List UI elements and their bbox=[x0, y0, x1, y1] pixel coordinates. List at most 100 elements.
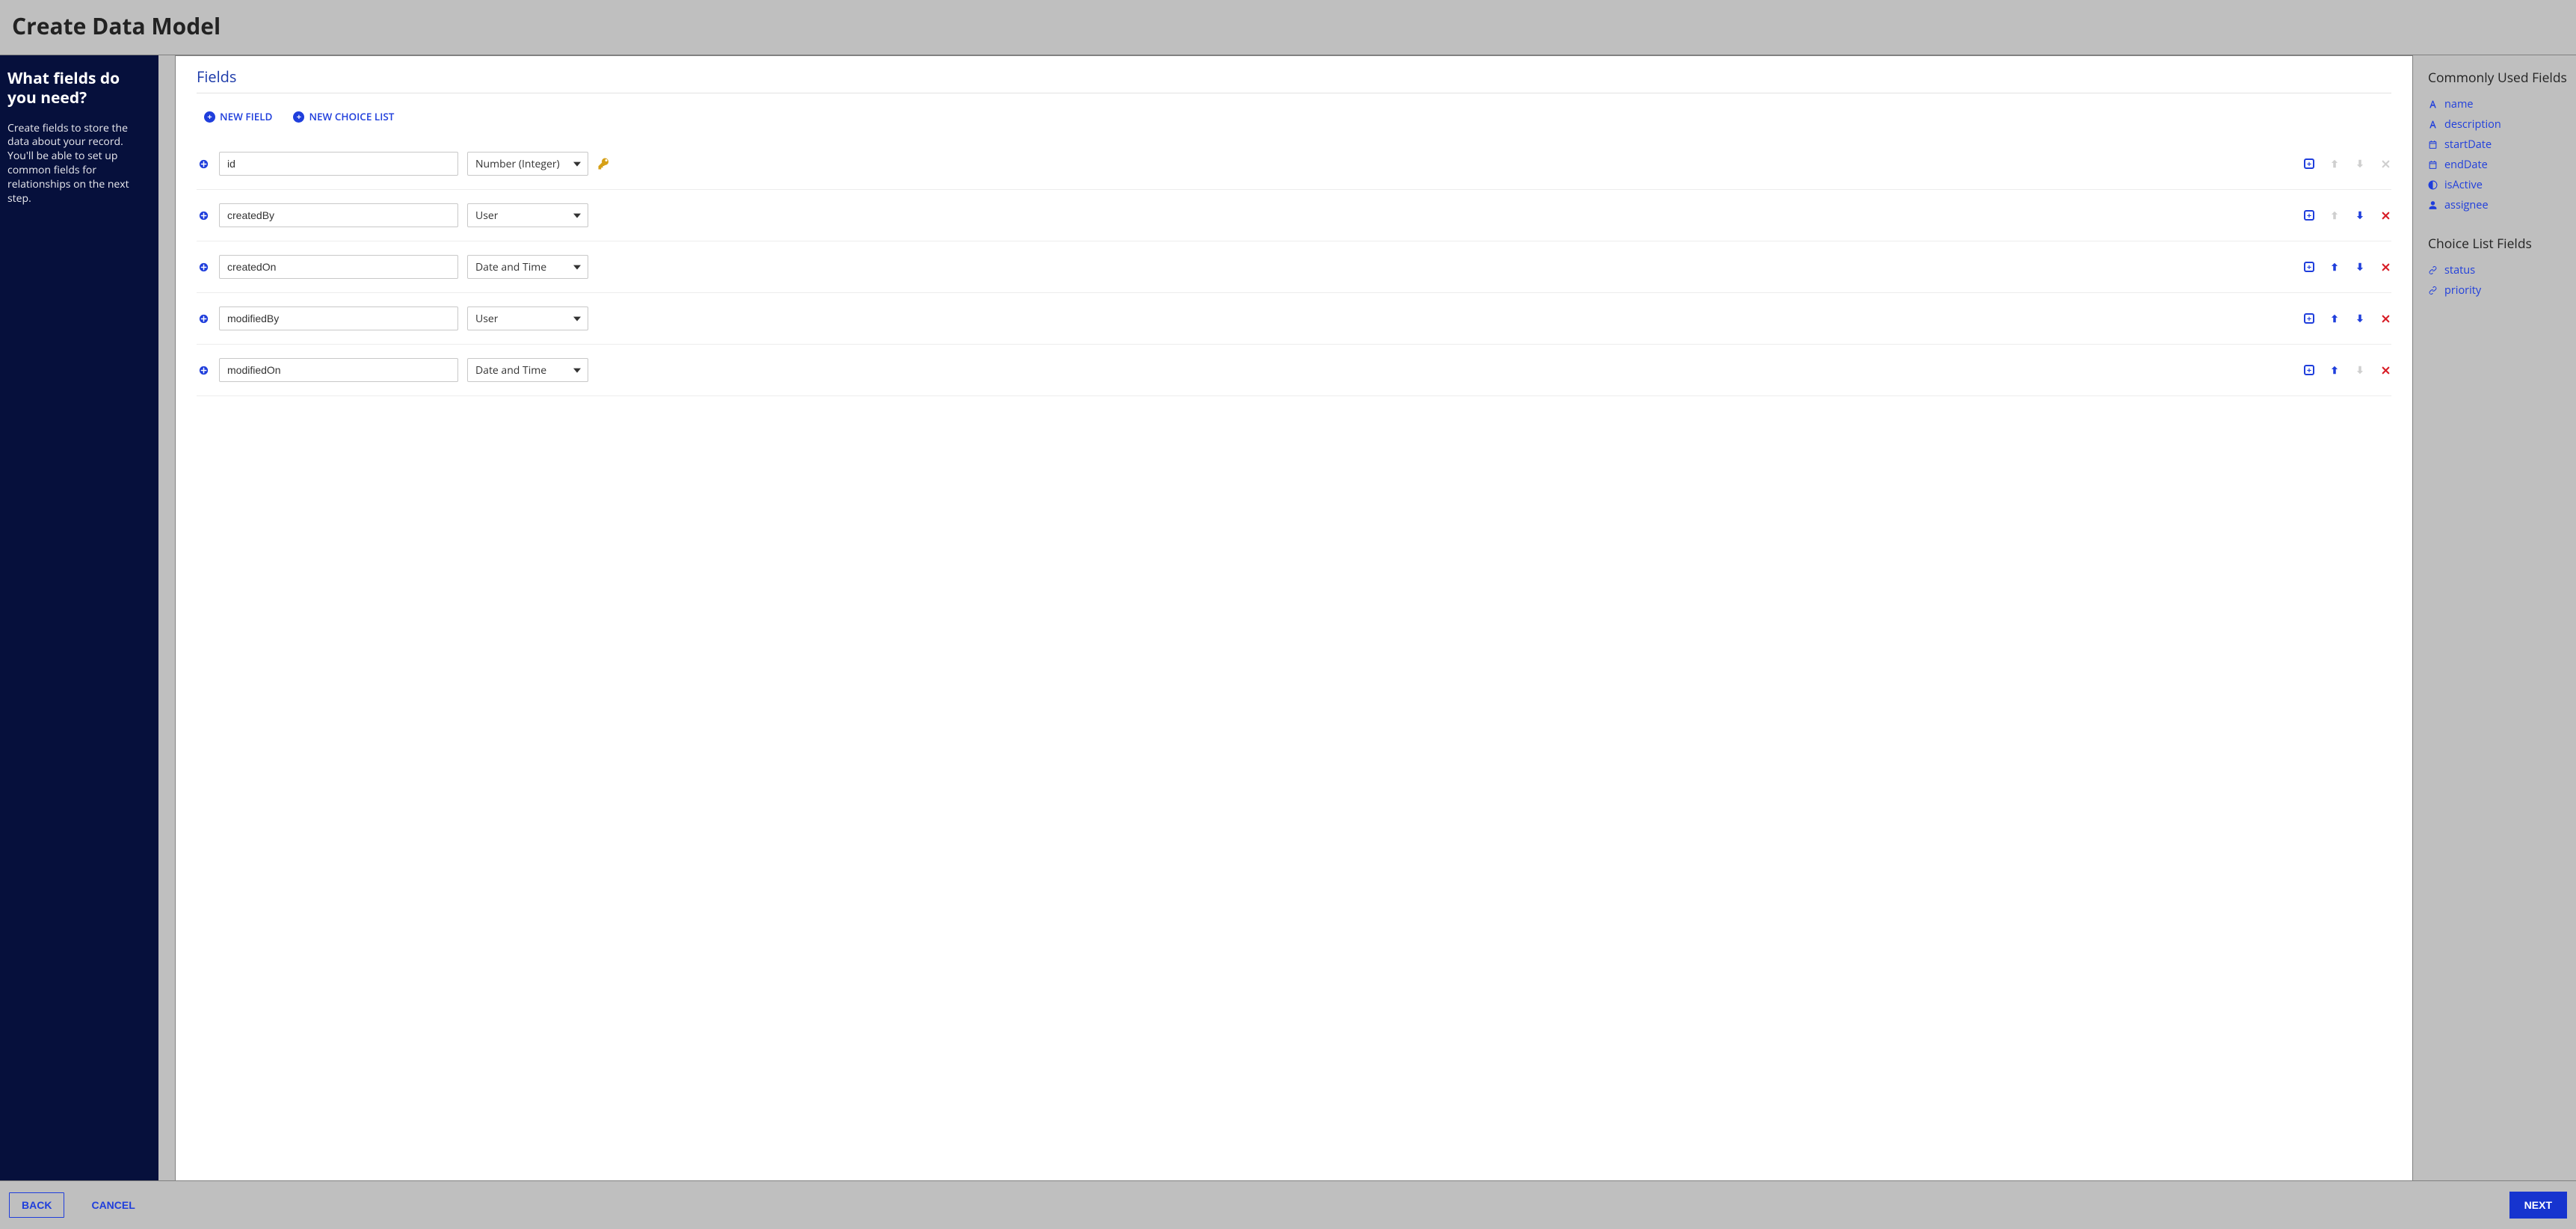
suggested-field-label: isActive bbox=[2444, 178, 2483, 192]
drag-handle-icon[interactable] bbox=[197, 262, 210, 273]
move-up-icon bbox=[2329, 209, 2341, 221]
drag-handle-icon[interactable] bbox=[197, 313, 210, 324]
move-up-icon[interactable] bbox=[2329, 312, 2341, 324]
field-type-select[interactable]: Date and Time bbox=[467, 255, 588, 279]
field-name-input[interactable] bbox=[219, 255, 458, 279]
key-icon bbox=[597, 157, 614, 170]
field-name-input[interactable] bbox=[219, 203, 458, 227]
drag-handle-icon[interactable] bbox=[197, 158, 210, 170]
common-fields-heading: Commonly Used Fields bbox=[2428, 69, 2567, 87]
field-row: Date and Time + bbox=[197, 241, 2391, 293]
move-down-icon[interactable] bbox=[2354, 261, 2366, 273]
field-name-input[interactable] bbox=[219, 307, 458, 330]
add-below-icon[interactable]: + bbox=[2303, 158, 2315, 170]
plus-circle-icon: + bbox=[204, 111, 215, 123]
add-below-icon[interactable]: + bbox=[2303, 261, 2315, 273]
choice-fields-heading: Choice List Fields bbox=[2428, 235, 2567, 253]
suggested-field-label: endDate bbox=[2444, 158, 2488, 172]
footer: BACK CANCEL NEXT bbox=[0, 1181, 2576, 1229]
remove-icon[interactable] bbox=[2379, 312, 2391, 324]
field-row: User + bbox=[197, 293, 2391, 345]
move-down-icon[interactable] bbox=[2354, 312, 2366, 324]
right-sidebar: Commonly Used Fields name description star… bbox=[2426, 55, 2576, 1180]
field-row: Date and Time + bbox=[197, 345, 2391, 396]
next-button[interactable]: NEXT bbox=[2509, 1192, 2567, 1219]
suggested-field-item[interactable]: isActive bbox=[2428, 175, 2567, 195]
plus-circle-icon: + bbox=[293, 111, 304, 123]
suggested-field-item[interactable]: startDate bbox=[2428, 135, 2567, 155]
suggested-field-item[interactable]: name bbox=[2428, 94, 2567, 114]
suggested-field-item[interactable]: assignee bbox=[2428, 195, 2567, 215]
row-actions: + bbox=[2303, 209, 2391, 221]
move-down-icon[interactable] bbox=[2354, 209, 2366, 221]
cancel-button[interactable]: CANCEL bbox=[79, 1193, 147, 1217]
add-below-icon[interactable]: + bbox=[2303, 209, 2315, 221]
field-type-select[interactable]: Number (Integer) bbox=[467, 152, 588, 176]
suggested-field-label: status bbox=[2444, 263, 2475, 277]
row-actions: + bbox=[2303, 312, 2391, 324]
calendar-icon bbox=[2428, 140, 2438, 150]
suggested-field-item[interactable]: endDate bbox=[2428, 155, 2567, 175]
add-below-icon[interactable]: + bbox=[2303, 364, 2315, 376]
field-type-label: Date and Time bbox=[475, 260, 546, 274]
field-list: Number (Integer)+User+Date and Time+User… bbox=[197, 138, 2391, 396]
field-row: Number (Integer) + bbox=[197, 138, 2391, 190]
font-icon bbox=[2428, 99, 2438, 109]
remove-icon[interactable] bbox=[2379, 261, 2391, 273]
choice-fields-list: status priority bbox=[2428, 260, 2567, 301]
drag-handle-icon[interactable] bbox=[197, 365, 210, 376]
field-type-label: Date and Time bbox=[475, 363, 546, 378]
move-down-icon bbox=[2354, 158, 2366, 170]
field-type-label: User bbox=[475, 312, 498, 326]
remove-icon[interactable] bbox=[2379, 209, 2391, 221]
link-icon bbox=[2428, 286, 2438, 295]
section-title: Fields bbox=[197, 67, 2391, 87]
add-below-icon[interactable]: + bbox=[2303, 312, 2315, 324]
calendar-icon bbox=[2428, 160, 2438, 170]
gutter bbox=[158, 55, 175, 1180]
field-type-select[interactable]: Date and Time bbox=[467, 358, 588, 382]
halfpie-icon bbox=[2428, 180, 2438, 190]
font-icon bbox=[2428, 120, 2438, 129]
field-name-input[interactable] bbox=[219, 152, 458, 176]
move-up-icon bbox=[2329, 158, 2341, 170]
back-button[interactable]: BACK bbox=[9, 1192, 64, 1218]
move-up-icon[interactable] bbox=[2329, 261, 2341, 273]
field-type-label: Number (Integer) bbox=[475, 157, 560, 171]
remove-icon[interactable] bbox=[2379, 364, 2391, 376]
field-type-select[interactable]: User bbox=[467, 203, 588, 227]
fields-panel: Fields + NEW FIELD + NEW CHOICE LIST Num… bbox=[175, 55, 2413, 1180]
remove-icon bbox=[2379, 158, 2391, 170]
field-type-select[interactable]: User bbox=[467, 307, 588, 330]
row-actions: + bbox=[2303, 364, 2391, 376]
field-row: User + bbox=[197, 190, 2391, 241]
sidebar-description: Create fields to store the data about yo… bbox=[7, 122, 151, 206]
row-actions: + bbox=[2303, 261, 2391, 273]
page-title: Create Data Model bbox=[12, 10, 2564, 41]
move-down-icon bbox=[2354, 364, 2366, 376]
suggested-field-label: description bbox=[2444, 117, 2501, 132]
link-icon bbox=[2428, 265, 2438, 275]
panel-toolbar: + NEW FIELD + NEW CHOICE LIST bbox=[197, 110, 2391, 138]
new-choice-list-button[interactable]: + NEW CHOICE LIST bbox=[293, 110, 394, 123]
suggested-field-label: name bbox=[2444, 97, 2474, 111]
new-field-label: NEW FIELD bbox=[220, 110, 272, 123]
field-type-label: User bbox=[475, 209, 498, 223]
common-fields-list: name description startDate endDate isActive a… bbox=[2428, 94, 2567, 215]
page-header: Create Data Model bbox=[0, 0, 2576, 55]
new-choice-list-label: NEW CHOICE LIST bbox=[309, 110, 394, 123]
new-field-button[interactable]: + NEW FIELD bbox=[204, 110, 272, 123]
suggested-field-item[interactable]: status bbox=[2428, 260, 2567, 280]
drag-handle-icon[interactable] bbox=[197, 210, 210, 221]
row-actions: + bbox=[2303, 158, 2391, 170]
suggested-field-label: priority bbox=[2444, 283, 2481, 298]
gutter bbox=[2413, 55, 2426, 1180]
suggested-field-item[interactable]: priority bbox=[2428, 280, 2567, 301]
center-wrap: Fields + NEW FIELD + NEW CHOICE LIST Num… bbox=[158, 55, 2576, 1180]
move-up-icon[interactable] bbox=[2329, 364, 2341, 376]
suggested-field-label: startDate bbox=[2444, 138, 2492, 152]
suggested-field-item[interactable]: description bbox=[2428, 114, 2567, 135]
field-name-input[interactable] bbox=[219, 358, 458, 382]
sidebar-question: What fields do you need? bbox=[7, 69, 151, 108]
user-icon bbox=[2428, 200, 2438, 210]
